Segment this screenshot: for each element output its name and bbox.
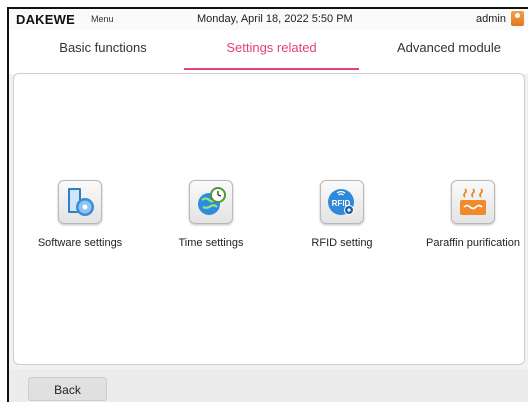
tab-basic-functions[interactable]: Basic functions [43,40,163,55]
app-window: DAKEWE Menu Monday, April 18, 2022 5:50 … [7,7,528,402]
tab-settings-related[interactable]: Settings related [184,40,359,55]
date-time-display: Monday, April 18, 2022 5:50 PM [197,13,353,25]
paraffin-purification-label: Paraffin purification [426,237,520,249]
menu-button[interactable]: Menu [91,14,114,24]
back-button[interactable]: Back [28,377,107,401]
software-settings-icon [68,188,94,216]
rfid-setting-button[interactable]: RFID [320,180,364,224]
user-avatar-icon[interactable] [511,11,524,26]
paraffin-purification-icon [460,188,486,215]
active-tab-indicator [184,68,359,70]
user-name[interactable]: admin [476,13,506,25]
time-settings-button[interactable] [189,180,233,224]
rfid-setting-label: RFID setting [311,237,373,249]
software-settings-button[interactable] [58,180,102,224]
time-settings-item[interactable]: Time settings [151,180,271,249]
paraffin-purification-button[interactable] [451,180,495,224]
settings-panel: Software settings Time settings RFID RFI… [13,73,525,365]
tab-bar: Basic functions Settings related Advance… [9,30,528,74]
software-settings-label: Software settings [37,237,123,249]
software-settings-item[interactable]: Software settings [20,180,140,249]
time-settings-label: Time settings [178,237,244,249]
paraffin-purification-item[interactable]: Paraffin purification [413,180,528,249]
bottom-bar: Back [9,369,528,402]
rfid-icon: RFID [328,189,354,215]
brand-logo: DAKEWE [16,12,75,27]
tab-advanced-module[interactable]: Advanced module [384,40,514,55]
rfid-setting-item[interactable]: RFID RFID setting [282,180,402,249]
time-settings-icon [198,187,226,215]
top-bar: DAKEWE Menu Monday, April 18, 2022 5:50 … [9,9,528,31]
